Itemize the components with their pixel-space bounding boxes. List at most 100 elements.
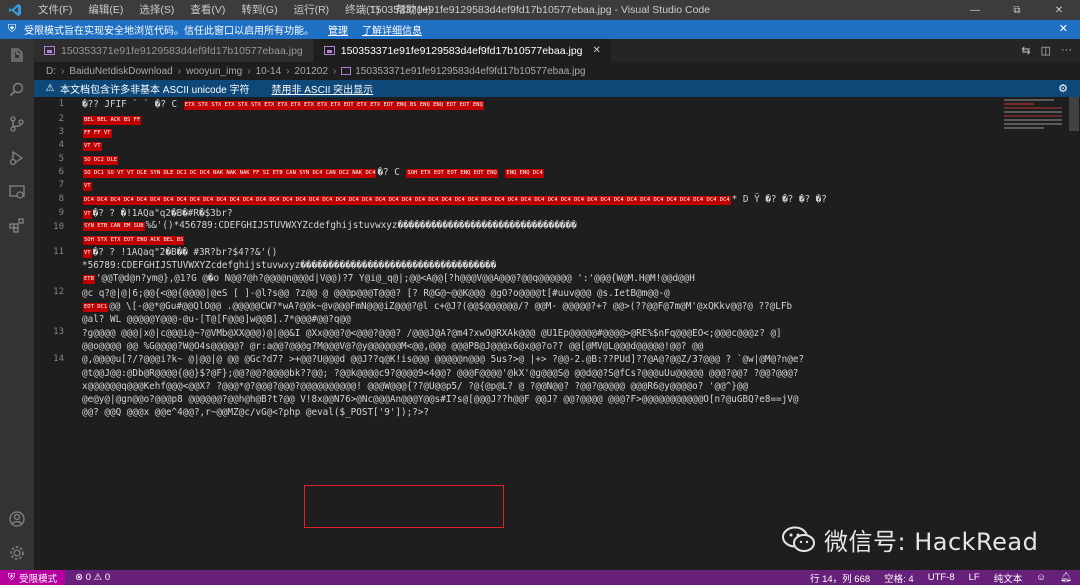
breadcrumb-item[interactable]: D: <box>46 66 56 77</box>
minimize-button[interactable]: — <box>954 0 996 20</box>
more-actions-icon[interactable]: ··· <box>1061 44 1072 57</box>
image-file-icon <box>323 46 335 55</box>
wechat-watermark: 微信号: HackRead <box>782 522 1038 557</box>
watermark-text: 微信号: HackRead <box>824 528 1039 556</box>
restricted-mode-banner: ⛨ 受限模式旨在实现安全地浏览代码。信任此窗口以启用所有功能。 管理 了解详细信… <box>0 20 1080 39</box>
code-line: @t@@J@@:@Db@R@@@@{@@}$?@F};@@?@@?@@@@bk?… <box>82 368 799 379</box>
tab-text-editor[interactable]: 150353371e91fe9129583d4ef9fd17b10577ebaa… <box>313 39 612 62</box>
menu-selection[interactable]: 选择(S) <box>131 0 182 20</box>
explorer-icon[interactable] <box>0 39 34 73</box>
menu-view[interactable]: 查看(V) <box>182 0 233 20</box>
manage-link[interactable]: 管理 <box>328 22 348 37</box>
chevron-right-icon: › <box>247 65 251 77</box>
indentation[interactable]: 空格: 4 <box>884 571 914 585</box>
code-line: x@@@@@@q@@@Kehf@@@<@@X? ?@@@*@?@@@?@@@?@… <box>82 381 749 392</box>
editor-tabs: 150353371e91fe9129583d4ef9fd17b10577ebaa… <box>34 39 1080 62</box>
cursor-position[interactable]: 行 14，列 668 <box>810 571 870 585</box>
breadcrumb-item[interactable]: BaiduNetdiskDownload <box>69 66 172 77</box>
line-number: 2 <box>58 114 64 124</box>
source-control-icon[interactable] <box>0 107 34 141</box>
menu-file[interactable]: 文件(F) <box>30 0 80 20</box>
breadcrumb-item[interactable]: wooyun_img <box>186 66 242 77</box>
code-line: FF FF VT <box>83 129 112 138</box>
window-title: 150353371e91fe9129583d4ef9fd17b10577ebaa… <box>369 4 711 16</box>
line-number: 10 <box>53 222 64 232</box>
vscode-logo-icon <box>0 0 30 20</box>
image-file-icon <box>44 46 55 55</box>
line-number: 1 <box>58 99 64 109</box>
breadcrumb-file[interactable]: 150353371e91fe9129583d4ef9fd17b10577ebaa… <box>355 66 585 77</box>
tab-label: 150353371e91fe9129583d4ef9fd17b10577ebaa… <box>340 44 583 57</box>
line-number: 5 <box>58 154 64 164</box>
tab-image-preview[interactable]: 150353371e91fe9129583d4ef9fd17b10577ebaa… <box>34 39 314 62</box>
run-debug-icon[interactable] <box>0 141 34 175</box>
chevron-right-icon: › <box>177 65 182 77</box>
code-line: @c q?@|@|6;@@{<@@{@@@@|@eS [ ]-@l?s@@ ?z… <box>82 288 670 299</box>
problems-indicator[interactable]: ⊗ 0 ⚠ 0 <box>75 572 110 583</box>
manage-gear-icon[interactable] <box>0 536 34 570</box>
split-editor-icon[interactable]: ◫ <box>1041 44 1051 57</box>
status-bar: ⛨ 受限模式 ⊗ 0 ⚠ 0 行 14，列 668 空格: 4 UTF-8 LF… <box>0 570 1080 585</box>
wechat-icon <box>782 526 815 552</box>
line-ending[interactable]: LF <box>969 572 980 583</box>
language-mode[interactable]: 纯文本 <box>994 571 1023 585</box>
code-line-payload: @@? @@Q @@@x @@e^4@@?,r~@@MZ@c/vG@<?php … <box>82 407 430 418</box>
chevron-right-icon: › <box>61 65 65 77</box>
encoding[interactable]: UTF-8 <box>928 572 955 583</box>
shield-icon: ⛨ <box>8 572 16 583</box>
tab-label: 150353371e91fe9129583d4ef9fd17b10577ebaa… <box>61 44 303 57</box>
notifications-bell-icon[interactable]: 🔔︎ <box>1060 572 1072 583</box>
disable-highlight-link[interactable]: 禁用非 ASCII 突出显示 <box>271 81 373 96</box>
code-line: DC4 DC4 DC4 DC4 DC4 DC4 DC4 DC4 DC4 DC4 … <box>83 194 827 205</box>
code-line: ?g@@@@ @@@|x@|c@@@i@~?@VMb@XX@@@)@|@@&I … <box>82 328 782 339</box>
vertical-scrollbar[interactable] <box>1068 97 1080 570</box>
code-content[interactable]: �?? JFIF ` ` �? C ETX STX STX ETX STX ST… <box>82 97 1002 570</box>
accounts-icon[interactable] <box>0 502 34 536</box>
restore-button[interactable]: ⧉ <box>996 0 1038 20</box>
breadcrumb-item[interactable]: 201202 <box>295 66 328 77</box>
line-number: 3 <box>58 127 64 137</box>
window-controls: — ⧉ ✕ <box>954 0 1080 20</box>
remote-explorer-icon[interactable] <box>0 175 34 209</box>
unicode-highlight-warning: ⚠ 本文档包含许多非基本 ASCII unicode 字符 禁用非 ASCII … <box>34 80 1080 97</box>
search-icon[interactable] <box>0 73 34 107</box>
line-number: 6 <box>58 167 64 177</box>
gear-icon[interactable]: ⚙ <box>1058 82 1068 95</box>
learn-more-link[interactable]: 了解详细信息 <box>362 22 422 37</box>
minimap[interactable] <box>1002 97 1066 570</box>
close-window-button[interactable]: ✕ <box>1038 0 1080 20</box>
line-number: 9 <box>58 208 64 218</box>
code-line: SYN ETB CAN EM SUB %&'()*456789:CDEFGHIJS… <box>83 220 577 231</box>
breadcrumb-item[interactable]: 10-14 <box>256 66 282 77</box>
line-number: 11 <box>53 247 64 257</box>
code-line: �?? JFIF ` ` �? C ETX STX STX ETX STX ST… <box>82 99 484 110</box>
image-file-icon <box>341 67 352 75</box>
code-line: VT �? ? !1AQaq"2�B�� #3R?br?$4??&'() <box>83 247 278 258</box>
code-line: @al? WL @@@@@Y@@@-@u-[T@[F@@@]w@@B].7*@@… <box>82 314 351 325</box>
breadcrumb: D: › BaiduNetdiskDownload › wooyun_img › 10… <box>34 62 1080 80</box>
menu-go[interactable]: 转到(G) <box>233 0 285 20</box>
line-number: 8 <box>58 194 64 204</box>
line-number: 12 <box>53 287 64 297</box>
warning-icon: ⚠ <box>45 83 55 94</box>
status-right: 行 14，列 668 空格: 4 UTF-8 LF 纯文本 ☺ 🔔︎ <box>810 570 1072 585</box>
banner-close-icon[interactable]: ✕ <box>1059 22 1068 35</box>
line-number: 4 <box>58 140 64 150</box>
extensions-icon[interactable] <box>0 209 34 243</box>
unicode-warning-text: 本文档包含许多非基本 ASCII unicode 字符 <box>60 85 250 96</box>
php-payload-highlight-box <box>304 485 504 528</box>
code-line: VT <box>83 182 92 191</box>
code-line: @e@y@|@gn@@o?@@@p8 @@@@@@?@@h@h@B?t?@@ V… <box>82 394 799 405</box>
title-bar: 文件(F) 编辑(E) 选择(S) 查看(V) 转到(G) 运行(R) 终端(T… <box>0 0 1080 20</box>
scrollbar-thumb[interactable] <box>1069 97 1079 131</box>
editor-area[interactable]: 1 2 3 4 5 6 7 8 9 10 11 12 13 14 �?? JFI… <box>34 97 1080 570</box>
restricted-mode-indicator[interactable]: ⛨ 受限模式 <box>0 570 66 585</box>
code-line: *56789:CDEFGHIJSTUVWXYZcdefghijstuvwxyz�… <box>82 260 497 271</box>
shield-icon: ⛨ <box>7 23 17 35</box>
chevron-right-icon: › <box>332 65 337 77</box>
feedback-icon[interactable]: ☺ <box>1036 572 1046 583</box>
chevron-right-icon: › <box>286 65 290 77</box>
menu-edit[interactable]: 编辑(E) <box>80 0 131 20</box>
open-changes-icon[interactable]: ⇆ <box>1021 44 1030 57</box>
tab-close-icon[interactable]: ✕ <box>593 45 601 56</box>
